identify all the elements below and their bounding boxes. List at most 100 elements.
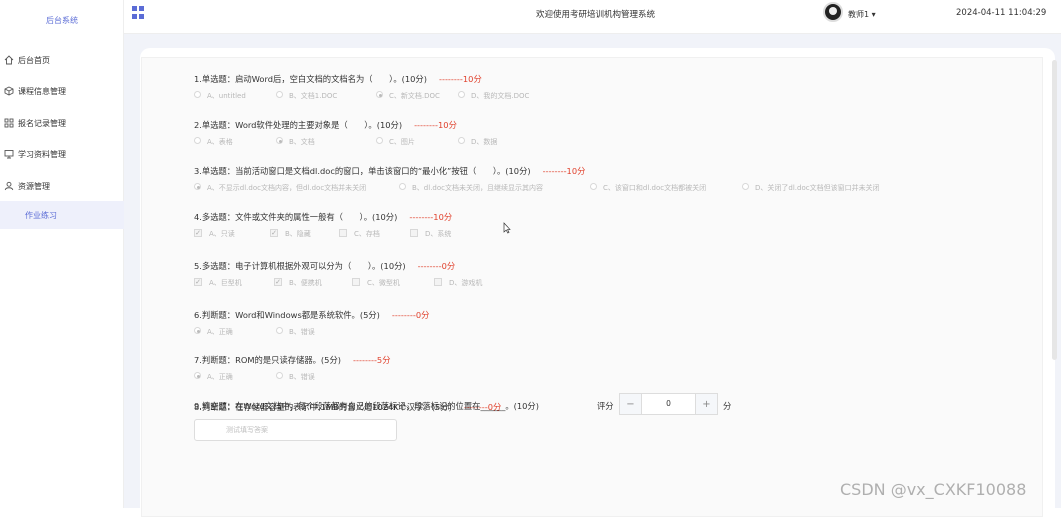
user-menu[interactable]: 教师1 ▾ [848, 9, 876, 20]
option-7-a[interactable]: A、正确 [194, 372, 233, 382]
checkbox[interactable] [352, 278, 360, 286]
radio-button[interactable] [276, 372, 283, 379]
checkbox[interactable]: ✓ [194, 278, 202, 286]
option-7-b[interactable]: B、错误 [276, 372, 315, 382]
radio-button[interactable] [194, 372, 201, 379]
option-5-d[interactable]: D、游戏机 [434, 278, 482, 288]
option-label: B、便携机 [289, 279, 322, 287]
option-6-a[interactable]: A、正确 [194, 327, 233, 337]
option-6-b[interactable]: B、错误 [276, 327, 315, 337]
sidebar-item-home[interactable]: 后台首页 [0, 46, 124, 74]
sidebar-item-course[interactable]: 课程信息管理 [0, 77, 124, 105]
option-5-a[interactable]: ✓ A、巨型机 [194, 278, 242, 288]
option-label: C、存档 [354, 230, 380, 238]
option-3-c[interactable]: C、该窗口和dl.doc文档都被关闭 [590, 183, 706, 193]
decrement-button[interactable]: − [620, 394, 642, 414]
option-label: B、文档1.DOC [289, 92, 338, 100]
question-text: 5.多选题：电子计算机根据外观可以分为（ ）。(10分) [194, 261, 406, 271]
checkbox[interactable]: ✓ [194, 229, 202, 237]
increment-button[interactable]: + [695, 394, 717, 414]
question-score: --------10分 [409, 212, 453, 222]
sidebar-item-homework[interactable]: 作业练习 [0, 201, 124, 229]
sidebar-item-label: 学习资料管理 [18, 149, 66, 159]
question-text: 6.判断题：Word和Windows都是系统软件。(5分) [194, 310, 380, 320]
checkbox[interactable] [339, 229, 347, 237]
question-1: 1.单选题：启动Word后，空白文档的文档名为（ ）。(10分) --------… [194, 73, 482, 85]
answer-input[interactable]: 测试填写答案 [194, 419, 397, 441]
option-1-b[interactable]: B、文档1.DOC [276, 91, 337, 101]
question-score: --------10分 [414, 120, 457, 130]
question-text: 3.单选题：当前活动窗口是文档dl.doc的窗口，单击该窗口的“最小化”按钮（ … [194, 166, 531, 176]
option-label: A、正确 [207, 328, 233, 336]
option-label: A、untitled [207, 92, 246, 100]
radio-button[interactable] [590, 183, 597, 190]
question-7: 7.判断题：ROM的是只读存储器。(5分) --------5分 [194, 354, 391, 366]
avatar[interactable] [823, 2, 843, 22]
option-3-a[interactable]: A、不显示dl.doc文档内容，但dl.doc文档并未关闭 [194, 183, 366, 193]
radio-button[interactable] [276, 137, 283, 144]
option-4-b[interactable]: ✓ B、隐藏 [270, 229, 311, 239]
option-3-b[interactable]: B、dl.doc文档未关闭，且继续显示其内容 [399, 183, 543, 193]
score-stepper[interactable]: − 0 + [619, 393, 718, 415]
sidebar-item-resource[interactable]: 资源管理 [0, 172, 124, 200]
option-label: A、巨型机 [209, 279, 242, 287]
option-3-d[interactable]: D、关闭了dl.doc文档但该窗口并未关闭 [742, 183, 880, 193]
radio-button[interactable] [276, 91, 283, 98]
option-label: D、我的文档.DOC [471, 92, 530, 100]
radio-button[interactable] [458, 91, 465, 98]
user-icon [3, 181, 14, 192]
question-3: 3.单选题：当前活动窗口是文档dl.doc的窗口，单击该窗口的“最小化”按钮（ … [194, 165, 585, 177]
radio-button[interactable] [194, 183, 201, 190]
sidebar-item-material[interactable]: 学习资料管理 [0, 140, 124, 168]
radio-button[interactable] [742, 183, 749, 190]
sidebar-item-label: 后台首页 [18, 55, 50, 65]
watermark: CSDN @vx_CXKF10088 [840, 480, 1027, 499]
option-label: C、新文档.DOC [389, 92, 440, 100]
option-1-a[interactable]: A、untitled [194, 91, 246, 101]
question-score: --------10分 [542, 166, 586, 176]
option-2-d[interactable]: D、数据 [458, 137, 497, 147]
option-1-d[interactable]: D、我的文档.DOC [458, 91, 529, 101]
menu-grid-icon[interactable] [132, 6, 145, 19]
radio-button[interactable] [194, 327, 201, 334]
option-2-a[interactable]: A、表格 [194, 137, 233, 147]
question-score: --------0分 [391, 310, 430, 320]
option-label: D、系统 [425, 230, 452, 238]
radio-button[interactable] [376, 91, 383, 98]
top-header: 欢迎使用考研培训机构管理系统 教师1 ▾ 2024-04-11 11:04:29 [124, 0, 1061, 34]
question-text: 2.单选题：Word软件处理的主要对象是（ ）。(10分) [194, 120, 403, 130]
sidebar-item-label: 课程信息管理 [18, 86, 66, 96]
option-2-b[interactable]: B、文档 [276, 137, 315, 147]
radio-button[interactable] [276, 327, 283, 334]
radio-button[interactable] [376, 137, 383, 144]
option-4-a[interactable]: ✓ A、只读 [194, 229, 235, 239]
radio-button[interactable] [194, 137, 201, 144]
question-score: --------0分 [417, 261, 456, 271]
checkbox[interactable] [410, 229, 418, 237]
checkbox[interactable]: ✓ [270, 229, 278, 237]
option-4-d[interactable]: D、系统 [410, 229, 451, 239]
option-4-c[interactable]: C、存档 [339, 229, 380, 239]
option-1-c[interactable]: C、新文档.DOC [376, 91, 440, 101]
option-label: B、文档 [289, 138, 315, 146]
option-label: C、微型机 [367, 279, 400, 287]
radio-button[interactable] [399, 183, 406, 190]
checkbox[interactable]: ✓ [274, 278, 282, 286]
option-2-c[interactable]: C、图片 [376, 137, 415, 147]
score-value[interactable]: 0 [642, 394, 695, 414]
scrollbar[interactable] [1052, 60, 1057, 360]
radio-button[interactable] [194, 91, 201, 98]
option-label: B、错误 [289, 328, 315, 336]
exam-card: 1.单选题：启动Word后，空白文档的文档名为（ ）。(10分) --------… [141, 57, 1043, 517]
question-5: 5.多选题：电子计算机根据外观可以分为（ ）。(10分) --------0分 [194, 260, 455, 272]
option-5-c[interactable]: C、微型机 [352, 278, 400, 288]
sidebar-item-enroll[interactable]: 报名记录管理 [0, 109, 124, 137]
monitor-icon [3, 149, 14, 160]
score-label: 评分 [597, 401, 614, 411]
question-text: 7.判断题：ROM的是只读存储器。(5分) [194, 355, 341, 365]
radio-button[interactable] [458, 137, 465, 144]
option-label: C、该窗口和dl.doc文档都被关闭 [603, 184, 707, 192]
option-5-b[interactable]: ✓ B、便携机 [274, 278, 322, 288]
question-score: --------10分 [438, 74, 482, 84]
checkbox[interactable] [434, 278, 442, 286]
